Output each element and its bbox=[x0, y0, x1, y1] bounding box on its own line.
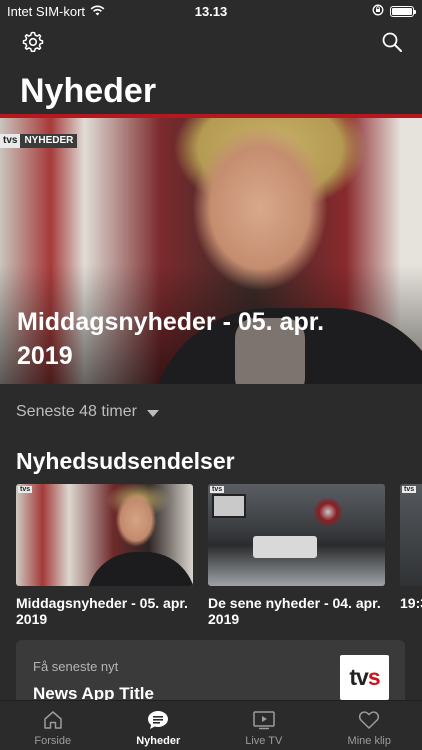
broadcast-card[interactable]: tvs De sene nyheder - 04. apr. 2019 bbox=[208, 484, 385, 627]
time-filter-label: Seneste 48 timer bbox=[16, 403, 137, 420]
gear-icon bbox=[21, 30, 45, 59]
channel-badge: tvs NYHEDER bbox=[0, 134, 78, 148]
play-screen-icon bbox=[252, 709, 276, 731]
tab-label: Mine klip bbox=[347, 735, 391, 747]
status-bar: Intet SIM-kort 13.13 bbox=[0, 0, 422, 22]
hero-title: Middagsnyheder - 05. apr. 2019 bbox=[17, 308, 325, 370]
tab-nyheder[interactable]: Nyheder bbox=[106, 701, 212, 750]
broadcast-card[interactable]: tvs Middagsnyheder - 05. apr. 2019 bbox=[16, 484, 193, 627]
battery-icon bbox=[390, 6, 416, 17]
tvs-app-logo: tv s bbox=[340, 655, 389, 700]
tvs-logo: tvs bbox=[210, 486, 225, 493]
search-icon bbox=[381, 31, 403, 58]
home-icon bbox=[41, 709, 65, 731]
page-title: Nyheder bbox=[20, 72, 157, 110]
tab-bar: Forside Nyheder Live TV Mine klip bbox=[0, 700, 422, 750]
broadcast-title: Middagsnyheder - 05. apr. 2019 bbox=[16, 595, 188, 627]
tvs-logo: tvs bbox=[0, 134, 21, 148]
chevron-down-icon bbox=[146, 409, 159, 417]
broadcast-thumbnail: tvs bbox=[400, 484, 422, 586]
thumbnail-studio-screen bbox=[212, 494, 246, 518]
thumbnail-figure bbox=[86, 552, 193, 586]
promo-label: Få seneste nyt bbox=[33, 659, 119, 674]
broadcast-thumbnail: tvs bbox=[208, 484, 385, 586]
tab-mine-klip[interactable]: Mine klip bbox=[317, 701, 422, 750]
broadcast-card[interactable]: tvs 19:3 bbox=[400, 484, 422, 611]
time-filter-dropdown[interactable]: Seneste 48 timer bbox=[16, 403, 159, 421]
tvs-app-logo-main: tv bbox=[349, 664, 368, 690]
tab-label: Nyheder bbox=[136, 735, 181, 747]
tvs-logo: tvs bbox=[402, 486, 417, 493]
settings-button[interactable] bbox=[19, 30, 47, 58]
battery-level bbox=[392, 8, 412, 15]
tab-live-tv[interactable]: Live TV bbox=[211, 701, 317, 750]
tab-label: Forside bbox=[34, 735, 72, 747]
tvs-app-logo-accent: s bbox=[367, 664, 381, 690]
thumbnail-studio-desk bbox=[253, 536, 317, 558]
section-title: Nyhedsudsendelser bbox=[16, 448, 235, 474]
top-bar bbox=[0, 26, 422, 62]
status-time: 13.13 bbox=[194, 4, 228, 19]
category-tag: NYHEDER bbox=[20, 134, 78, 148]
tab-forside[interactable]: Forside bbox=[0, 701, 106, 750]
tvs-logo: tvs bbox=[18, 486, 33, 493]
heart-icon bbox=[357, 709, 381, 731]
broadcast-carousel[interactable]: tvs Middagsnyheder - 05. apr. 2019 tvs D… bbox=[16, 484, 422, 634]
broadcast-title: De sene nyheder - 04. apr. 2019 bbox=[208, 595, 381, 627]
status-right bbox=[372, 4, 416, 19]
tab-label: Live TV bbox=[245, 735, 283, 747]
chat-bubble-icon bbox=[146, 709, 170, 731]
rotation-lock-icon bbox=[372, 4, 384, 19]
search-button[interactable] bbox=[378, 30, 406, 58]
broadcast-thumbnail: tvs bbox=[16, 484, 193, 586]
broadcast-title: 19:3 bbox=[400, 595, 422, 611]
